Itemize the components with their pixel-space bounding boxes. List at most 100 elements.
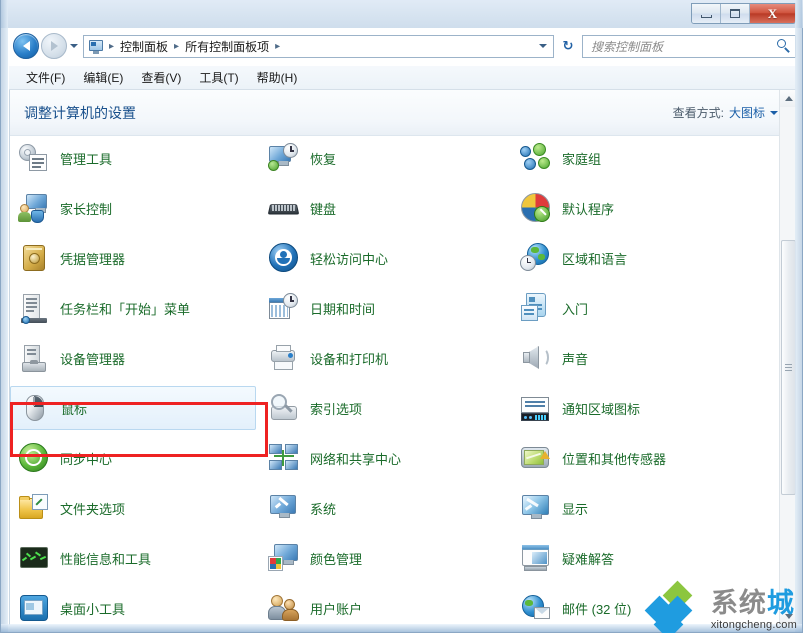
devices-printers-icon (268, 342, 300, 374)
desktop-gadgets-icon (18, 592, 50, 624)
control-panel-item-label: 用户账户 (310, 601, 363, 617)
control-panel-item[interactable]: 默认程序 (512, 186, 758, 230)
ease-of-access-icon (268, 242, 300, 274)
control-panel-item[interactable]: 家长控制 (10, 186, 256, 230)
user-accounts-icon (268, 592, 300, 624)
network-sharing-icon (268, 442, 300, 474)
control-panel-item[interactable]: 轻松访问中心 (260, 236, 506, 280)
control-panel-item[interactable]: 同步中心 (10, 436, 256, 480)
control-panel-item[interactable]: 设备管理器 (10, 336, 256, 380)
view-by-control[interactable]: 查看方式: 大图标 (673, 104, 778, 121)
close-icon: X (767, 6, 778, 21)
chevron-down-icon (539, 44, 547, 48)
sound-icon (520, 342, 552, 374)
control-panel-item[interactable]: 鼠标 (10, 386, 256, 430)
taskbar-start-menu-icon (18, 292, 50, 324)
control-panel-item-label: 索引选项 (310, 401, 363, 417)
recent-locations-button[interactable] (67, 33, 81, 59)
close-button[interactable]: X (750, 4, 795, 23)
vertical-scrollbar[interactable] (779, 90, 796, 625)
control-panel-item[interactable]: 用户账户 (260, 586, 506, 625)
chevron-down-icon (770, 110, 778, 115)
view-by-value[interactable]: 大图标 (729, 104, 765, 121)
refresh-button[interactable]: ↻ (557, 35, 579, 57)
control-panel-item[interactable]: 家庭组 (512, 136, 758, 180)
control-panel-item[interactable]: 位置和其他传感器 (512, 436, 758, 480)
menu-file[interactable]: 文件(F) (17, 66, 74, 89)
control-panel-item[interactable]: 显示 (512, 486, 758, 530)
control-panel-item[interactable]: 性能信息和工具 (10, 536, 256, 580)
back-button[interactable] (13, 33, 39, 59)
control-panel-item[interactable]: 桌面小工具 (10, 586, 256, 625)
forward-button[interactable] (41, 33, 67, 59)
control-panel-item[interactable]: 声音 (512, 336, 758, 380)
watermark-brand-gray: 系统 (710, 588, 767, 618)
getting-started-icon (520, 292, 552, 324)
window-left-edge (1, 0, 8, 632)
breadcrumb-separator: ▸ (275, 40, 281, 52)
menu-bar: 文件(F) 编辑(E) 查看(V) 工具(T) 帮助(H) (9, 66, 796, 90)
scroll-up-button[interactable] (780, 90, 796, 107)
control-panel-item[interactable]: 网络和共享中心 (260, 436, 506, 480)
menu-tools[interactable]: 工具(T) (190, 66, 247, 89)
location-sensors-icon (520, 442, 552, 474)
watermark-url: xitongcheng.com (710, 619, 797, 631)
page-title: 调整计算机的设置 (24, 104, 136, 121)
breadcrumb[interactable]: ▸ 控制面板 ▸ 所有控制面板项 ▸ (83, 34, 554, 58)
control-panel-item[interactable]: 索引选项 (260, 386, 506, 430)
scrollbar-thumb[interactable] (781, 240, 796, 495)
control-panel-item-label: 区域和语言 (562, 251, 628, 267)
admin-tools-icon (18, 142, 50, 174)
breadcrumb-dropdown-button[interactable] (535, 44, 551, 48)
control-panel-item-label: 声音 (562, 351, 589, 367)
control-panel-item[interactable]: 日期和时间 (260, 286, 506, 330)
maximize-button[interactable] (721, 4, 750, 23)
control-panel-item[interactable]: 入门 (512, 286, 758, 330)
control-panel-item[interactable]: 恢复 (260, 136, 506, 180)
explorer-window: X ▸ 控制面板 ▸ 所有控制面板项 ▸ ↻ 搜索控制面板 文件(F) 编辑(E… (0, 0, 803, 633)
menu-help[interactable]: 帮助(H) (248, 66, 307, 89)
troubleshooting-icon (520, 542, 552, 574)
breadcrumb-item-all-items[interactable]: 所有控制面板项 (182, 36, 272, 57)
system-icon (268, 492, 300, 524)
page-header: 调整计算机的设置 查看方式: 大图标 (10, 90, 796, 136)
indexing-options-icon (268, 392, 300, 424)
control-panel-item[interactable]: 设备和打印机 (260, 336, 506, 380)
mouse-icon (19, 392, 51, 424)
maximize-icon (730, 9, 740, 18)
triangle-up-icon (784, 96, 793, 101)
default-programs-icon (520, 192, 552, 224)
mail-icon (520, 592, 552, 624)
control-panel-item[interactable]: 管理工具 (10, 136, 256, 180)
menu-view[interactable]: 查看(V) (132, 66, 190, 89)
watermark-brand: 系统城 (711, 590, 795, 617)
control-panel-item-label: 性能信息和工具 (60, 551, 152, 567)
search-placeholder: 搜索控制面板 (591, 39, 664, 54)
recovery-icon (268, 142, 300, 174)
search-input[interactable]: 搜索控制面板 (582, 34, 796, 58)
color-management-icon (268, 542, 300, 574)
control-panel-item[interactable]: 文件夹选项 (10, 486, 256, 530)
menu-edit[interactable]: 编辑(E) (74, 66, 132, 89)
folder-options-icon (18, 492, 50, 524)
breadcrumb-item-control-panel[interactable]: 控制面板 (117, 36, 171, 57)
search-icon (777, 39, 791, 53)
control-panel-item-label: 设备管理器 (60, 351, 126, 367)
minimize-button[interactable] (692, 4, 721, 23)
control-panel-item-label: 入门 (562, 301, 589, 317)
control-panel-item[interactable]: 区域和语言 (512, 236, 758, 280)
control-panel-item[interactable]: 任务栏和「开始」菜单 (10, 286, 256, 330)
breadcrumb-separator: ▸ (109, 40, 115, 52)
control-panel-item[interactable]: 疑难解答 (512, 536, 758, 580)
window-controls: X (691, 3, 796, 24)
control-panel-item[interactable]: 键盘 (260, 186, 506, 230)
control-panel-item[interactable]: 颜色管理 (260, 536, 506, 580)
control-panel-item[interactable]: 凭据管理器 (10, 236, 256, 280)
control-panel-item[interactable]: 系统 (260, 486, 506, 530)
minimize-icon (700, 15, 712, 18)
credential-manager-icon (18, 242, 50, 274)
control-panel-item-label: 任务栏和「开始」菜单 (60, 301, 191, 317)
grip-icon (785, 364, 792, 371)
control-panel-item[interactable]: 通知区域图标 (512, 386, 758, 430)
window-right-edge (795, 0, 802, 632)
